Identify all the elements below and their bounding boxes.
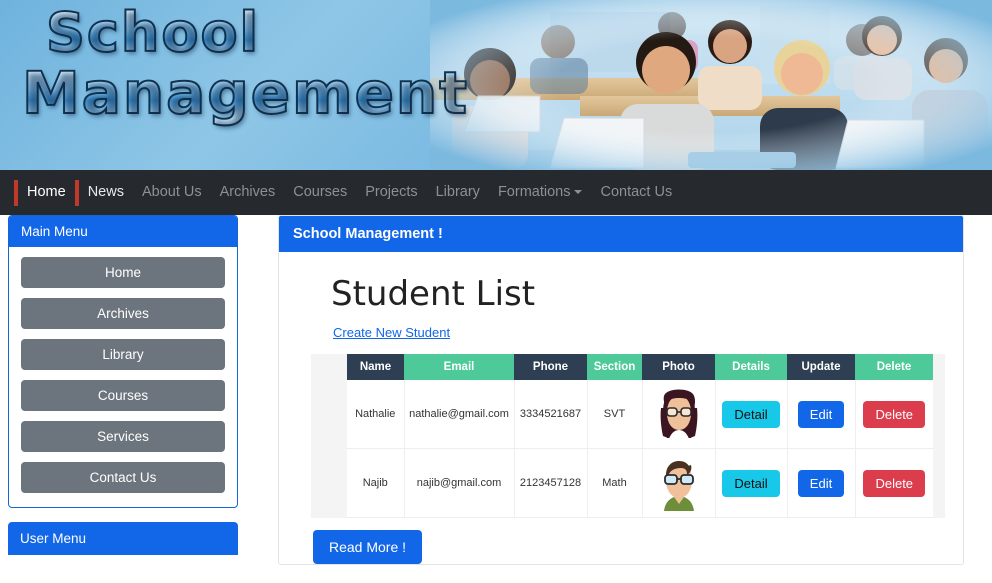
user-menu-title[interactable]: User Menu: [8, 522, 238, 555]
site-banner: School Management: [0, 0, 992, 170]
cell-update: Edit: [787, 380, 856, 449]
cell-delete: Delete: [855, 380, 933, 449]
nav-item-courses[interactable]: Courses: [284, 170, 356, 215]
male-avatar: [663, 461, 694, 511]
nav-item-formations-label: Formations: [497, 184, 571, 200]
column-header-photo: Photo: [642, 354, 715, 380]
student-table-head: Name Email Phone Section Photo Details U…: [347, 354, 933, 380]
cell-photo: [642, 448, 716, 518]
delete-button[interactable]: Delete: [863, 469, 926, 497]
content-card: School Management ! Student List Create …: [278, 215, 964, 565]
cell-section: Math: [587, 448, 643, 518]
female-avatar: [660, 389, 697, 442]
detail-button[interactable]: Detail: [722, 400, 780, 428]
banner-photo: [430, 0, 992, 170]
student-table-container: Name Email Phone Section Photo Details U…: [311, 354, 945, 518]
content-card-title: School Management !: [279, 216, 963, 252]
cell-email: najib@gmail.com: [404, 448, 515, 518]
cell-details: Detail: [715, 448, 788, 518]
nav-item-contact-us[interactable]: Contact Us: [591, 170, 681, 215]
main-menu-panel: Main Menu Home Archives Library Courses …: [8, 215, 238, 508]
nav-item-news[interactable]: News: [79, 170, 133, 215]
logo-line-1: School: [45, 3, 418, 63]
nav-item-library[interactable]: Library: [427, 170, 489, 215]
page-title: Student List: [331, 274, 536, 314]
cell-section: SVT: [587, 380, 643, 449]
student-table-body: Nathalie nathalie@gmail.com 3334521687 S…: [347, 380, 933, 518]
nav-item-home[interactable]: Home: [18, 170, 75, 215]
cell-delete: Delete: [855, 448, 933, 518]
column-header-email: Email: [404, 354, 514, 380]
page-body: Main Menu Home Archives Library Courses …: [0, 215, 992, 583]
column-header-name: Name: [347, 354, 404, 380]
column-header-section: Section: [587, 354, 642, 380]
nav-item-formations[interactable]: Formations: [489, 170, 592, 215]
content-card-body: Student List Create New Student Name Ema…: [279, 252, 963, 564]
cell-phone: 3334521687: [514, 380, 588, 449]
cell-phone: 2123457128: [514, 448, 588, 518]
create-new-student-link[interactable]: Create New Student: [333, 325, 450, 340]
cell-update: Edit: [787, 448, 856, 518]
nav-item-archives[interactable]: Archives: [211, 170, 285, 215]
column-header-details: Details: [715, 354, 787, 380]
sidebar-item-services[interactable]: Services: [21, 421, 225, 452]
cell-email: nathalie@gmail.com: [404, 380, 515, 449]
main-menu-list: Home Archives Library Courses Services C…: [9, 247, 237, 507]
cell-details: Detail: [715, 380, 788, 449]
delete-button[interactable]: Delete: [863, 400, 926, 428]
student-table: Name Email Phone Section Photo Details U…: [347, 354, 933, 518]
nav-item-projects[interactable]: Projects: [356, 170, 426, 215]
read-more-button[interactable]: Read More !: [313, 530, 423, 564]
nav-item-about-us[interactable]: About Us: [133, 170, 211, 215]
chevron-down-icon: [574, 190, 583, 195]
sidebar: Main Menu Home Archives Library Courses …: [8, 215, 238, 555]
top-navigation: Home News About Us Archives Courses Proj…: [0, 170, 992, 215]
table-header-row: Name Email Phone Section Photo Details U…: [347, 354, 933, 380]
column-header-update: Update: [787, 354, 855, 380]
sidebar-item-courses[interactable]: Courses: [21, 380, 225, 411]
edit-button[interactable]: Edit: [797, 400, 845, 428]
sidebar-item-contact-us[interactable]: Contact Us: [21, 462, 225, 493]
cell-photo: [642, 380, 716, 449]
table-row: Nathalie nathalie@gmail.com 3334521687 S…: [347, 380, 933, 449]
main-content: School Management ! Student List Create …: [278, 215, 964, 565]
edit-button[interactable]: Edit: [797, 469, 845, 497]
column-header-delete: Delete: [855, 354, 933, 380]
column-header-phone: Phone: [514, 354, 587, 380]
cell-name: Najib: [347, 448, 405, 518]
detail-button[interactable]: Detail: [722, 469, 780, 497]
main-menu-title: Main Menu: [9, 216, 237, 247]
logo-line-2: Management: [21, 59, 469, 127]
site-logo: School Management: [18, 3, 469, 164]
sidebar-item-archives[interactable]: Archives: [21, 298, 225, 329]
sidebar-item-library[interactable]: Library: [21, 339, 225, 370]
cell-name: Nathalie: [347, 380, 405, 449]
table-row: Najib najib@gmail.com 2123457128 Math De…: [347, 448, 933, 518]
sidebar-item-home[interactable]: Home: [21, 257, 225, 288]
